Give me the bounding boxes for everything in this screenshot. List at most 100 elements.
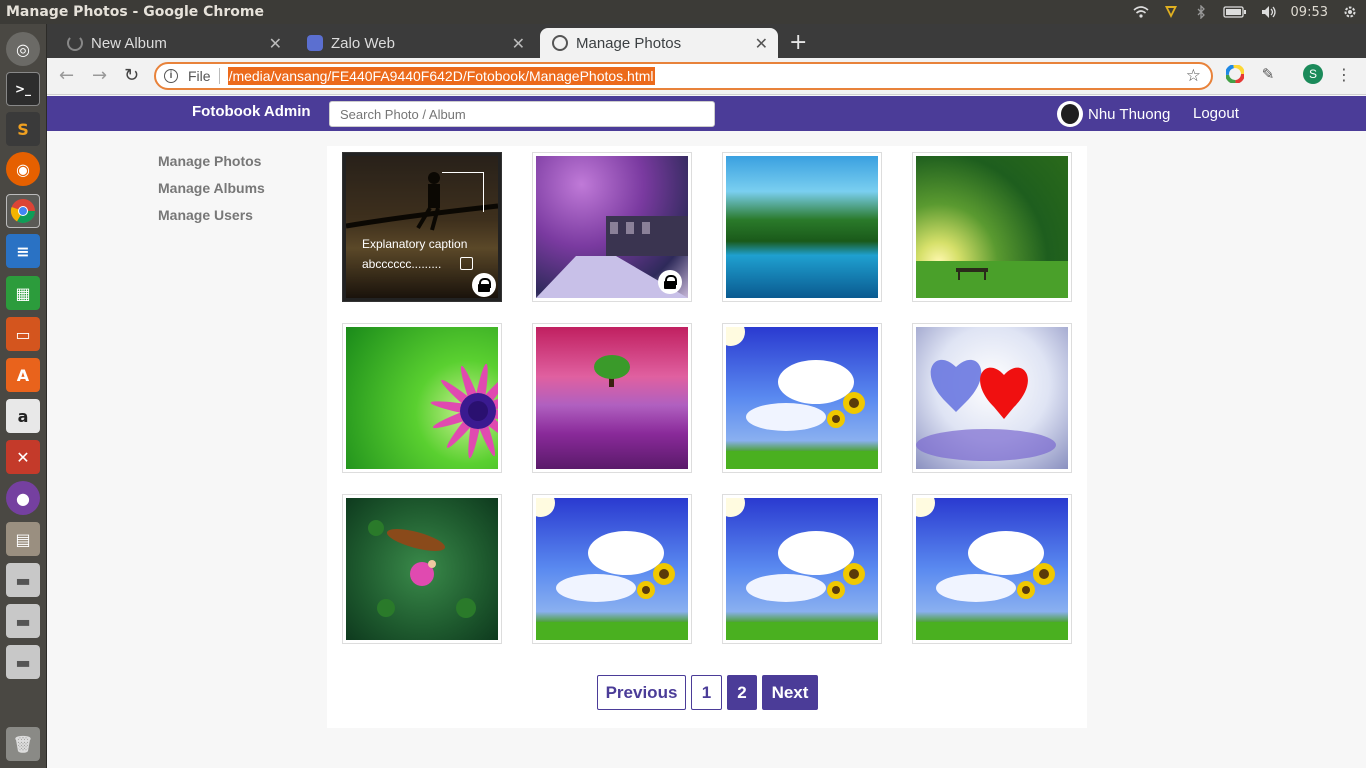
close-icon[interactable]: ✕ [512,34,525,54]
volume-icon[interactable] [1261,5,1277,19]
url-text[interactable]: /media/vansang/FE440FA9440F642D/Fotobook… [227,67,655,85]
photo-thumbnail[interactable] [726,498,878,640]
terminal-icon[interactable]: >_ [6,72,40,106]
photo-card[interactable] [532,323,692,473]
lock-icon[interactable] [472,273,496,297]
software-center-icon[interactable]: A [6,358,40,392]
wifi-icon[interactable] [1133,5,1149,19]
photo-card[interactable] [532,152,692,302]
tab-manage-photos[interactable]: Manage Photos ✕ [540,28,778,58]
sunflowers-sky-image [536,498,688,640]
close-icon[interactable]: ✕ [755,34,768,54]
photo-card[interactable] [912,494,1072,644]
photo-card[interactable] [722,323,882,473]
forward-icon[interactable]: → [92,65,107,86]
boat-lotus-pond-image [368,520,476,618]
impress-icon[interactable]: ▭ [6,317,40,351]
photo-card[interactable]: Explanatory caption abcccccc......... [342,152,502,302]
drive-icon-2[interactable]: ▬ [6,604,40,638]
dash-icon[interactable]: ◎ [6,32,40,66]
os-top-bar: Manage Photos - Google Chrome 09:53 [0,0,1366,24]
globe-icon [552,35,568,51]
lock-icon[interactable] [658,270,682,294]
launcher: ◎ >_ S ◉ ≡ ▦ ▭ A a ✕ ● ▤ ▬ ▬ ▬ 🗑 [0,24,47,768]
address-bar[interactable]: i File /media/vansang/FE440FA9440F642D/F… [154,62,1213,90]
clock[interactable]: 09:53 [1291,5,1328,20]
photo-thumbnail[interactable] [536,327,688,469]
photo-thumbnail[interactable] [916,327,1068,469]
lavender-tree-image [594,355,630,387]
photo-thumbnail[interactable] [536,498,688,640]
photo-thumbnail[interactable] [346,327,498,469]
drive-icon[interactable]: ▬ [6,563,40,597]
app-navbar: Fotobook Admin Nhu Thuong Logout [47,96,1366,131]
battery-icon[interactable] [1222,5,1247,19]
tree-bench-image [916,261,1068,298]
reload-icon[interactable]: ↻ [124,65,139,86]
zalo-icon [307,35,323,51]
photo-thumbnail[interactable] [346,498,498,640]
logout-link[interactable]: Logout [1193,105,1239,122]
tab-zalo-web[interactable]: Zalo Web ✕ [307,28,535,58]
browser-toolbar: ← → ↻ i File /media/vansang/FE440FA9440F… [47,58,1366,95]
sublime-text-icon[interactable]: S [6,112,40,146]
edit-icon[interactable] [460,257,473,270]
drive-icon-3[interactable]: ▬ [6,645,40,679]
page-2-button[interactable]: 2 [727,675,757,710]
bluetooth-icon[interactable] [1193,5,1209,19]
tab-label: Manage Photos [576,34,682,52]
page-1-button[interactable]: 1 [691,675,722,710]
calc-icon[interactable]: ▦ [6,276,40,310]
next-page-button[interactable]: Next [762,675,818,710]
tab-label: Zalo Web [331,34,395,52]
power-gear-icon[interactable] [1342,5,1358,19]
user-name[interactable]: Nhu Thuong [1088,106,1170,123]
sidebar-item-manage-users[interactable]: Manage Users [158,207,265,223]
photo-thumbnail[interactable]: Explanatory caption abcccccc......... [346,156,498,298]
tab-new-album[interactable]: New Album ✕ [67,28,292,58]
amazon-icon[interactable]: a [6,399,40,433]
photo-card[interactable] [342,494,502,644]
color-wheel-extension-icon[interactable] [1225,64,1245,84]
photo-card[interactable] [722,494,882,644]
bookmark-star-icon[interactable]: ☆ [1186,66,1201,86]
photo-thumbnail[interactable] [726,156,878,298]
file-manager-icon[interactable]: ▤ [6,522,40,556]
app-indicator-icon[interactable] [1163,5,1179,19]
info-icon[interactable]: i [164,69,178,83]
photo-card[interactable] [912,152,1072,302]
frame-decoration [442,172,484,212]
photo-thumbnail[interactable] [726,327,878,469]
window-title: Manage Photos - Google Chrome [6,4,264,20]
search-input[interactable] [329,101,715,127]
photo-thumbnail[interactable] [916,156,1068,298]
github-icon[interactable]: ● [6,481,40,515]
photo-card[interactable] [722,152,882,302]
firefox-icon[interactable]: ◉ [6,152,40,186]
user-menu[interactable]: Nhu Thuong [1057,101,1170,127]
photo-card[interactable] [342,323,502,473]
sunflowers-sky-image [726,327,878,469]
settings-tools-icon[interactable]: ✕ [6,440,40,474]
new-tab-button[interactable]: + [789,30,807,55]
tab-strip: New Album ✕ Zalo Web ✕ Manage Photos ✕ + [47,24,1366,58]
previous-page-button[interactable]: Previous [597,675,686,710]
photo-thumbnail[interactable] [536,156,688,298]
menu-dots-icon[interactable]: ⋮ [1336,64,1352,84]
brand-link[interactable]: Fotobook Admin [192,103,311,120]
chrome-icon[interactable] [6,194,40,228]
sidebar-item-manage-photos[interactable]: Manage Photos [158,153,265,169]
writer-icon[interactable]: ≡ [6,234,40,268]
close-icon[interactable]: ✕ [269,34,282,54]
sidebar-item-manage-albums[interactable]: Manage Albums [158,180,265,196]
photo-card[interactable] [532,494,692,644]
photo-card[interactable] [912,323,1072,473]
eyedropper-extension-icon[interactable]: ✎ [1258,64,1278,84]
trash-icon[interactable]: 🗑 [6,727,40,761]
back-icon[interactable]: ← [59,65,74,86]
photo-thumbnail[interactable] [916,498,1068,640]
avatar[interactable] [1057,101,1083,127]
pagination: Previous 1 2 Next [597,675,818,710]
profile-avatar[interactable]: S [1303,64,1323,84]
photo-grid-panel: Explanatory caption abcccccc......... Pr… [327,146,1087,728]
